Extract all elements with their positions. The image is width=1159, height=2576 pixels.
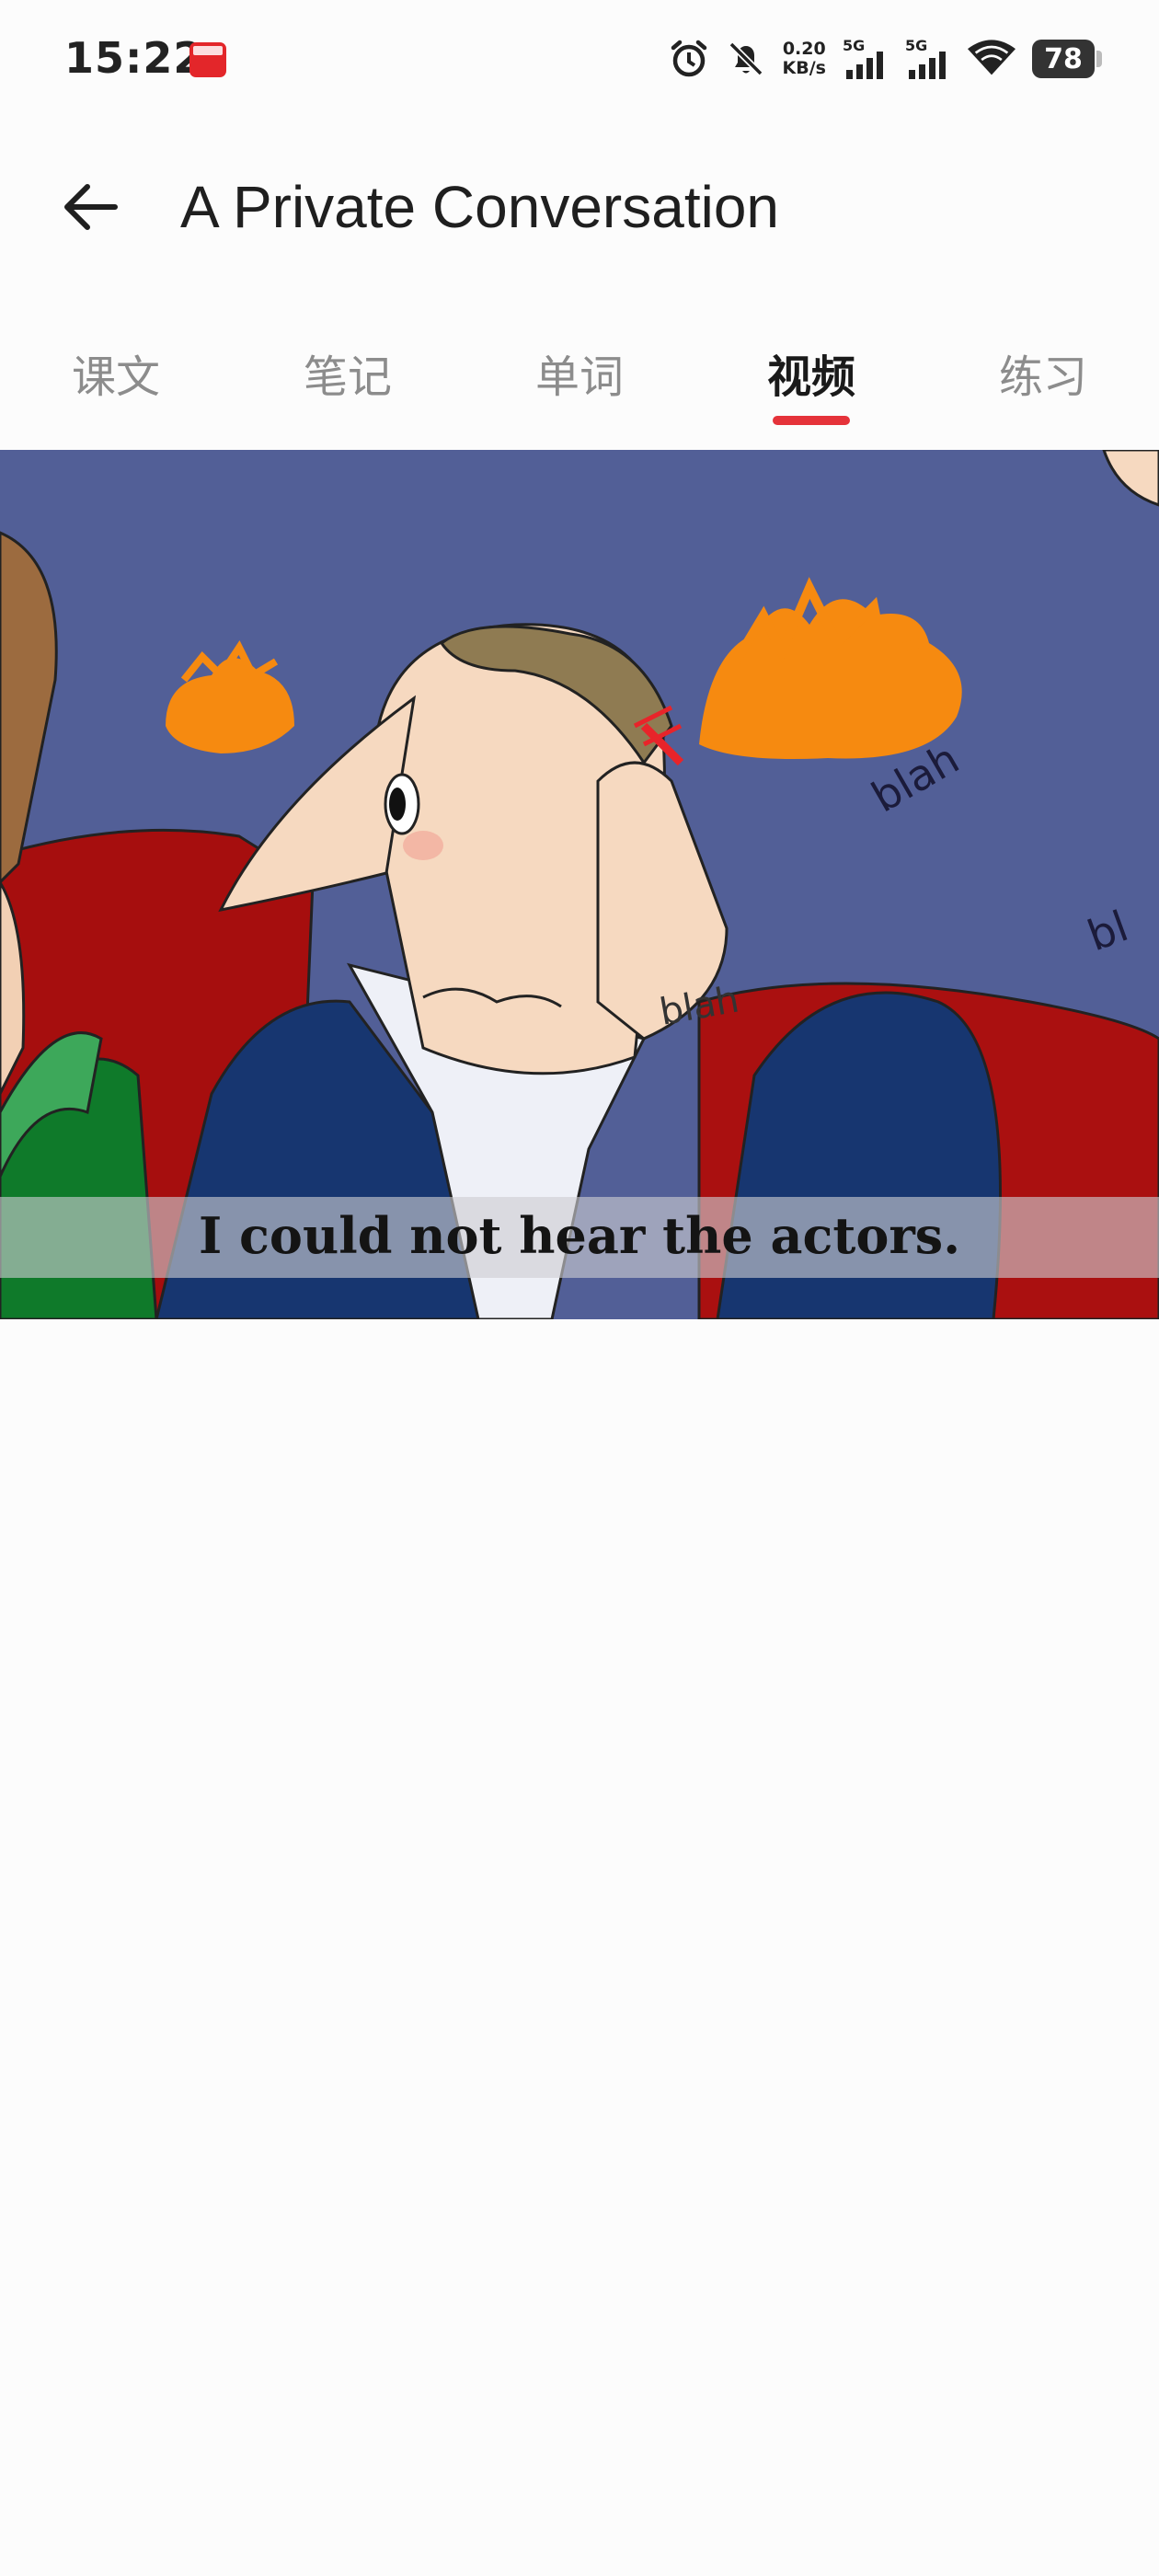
- tab-video[interactable]: 视频: [719, 340, 903, 405]
- app-notification-icon: [189, 42, 226, 77]
- active-tab-indicator: [773, 416, 850, 425]
- back-arrow-icon: [64, 184, 118, 230]
- back-button[interactable]: [52, 173, 129, 241]
- video-subtitle: I could not hear the actors.: [198, 1206, 960, 1265]
- signal-icon: 5G: [843, 37, 889, 81]
- video-frame: blah bl blah: [0, 450, 1159, 1319]
- tab-bar: 课文 笔记 单词 视频 练习: [0, 324, 1159, 443]
- app-bar: A Private Conversation: [0, 138, 1159, 276]
- status-time: 15:22: [64, 33, 204, 83]
- mute-bell-icon: [729, 41, 763, 76]
- video-player[interactable]: blah bl blah I could not hear the actors…: [0, 450, 1159, 1319]
- status-icons: 0.20 KB/s 5G 5G 78: [669, 35, 1102, 83]
- network-speed: 0.20 KB/s: [782, 39, 826, 78]
- tab-exercise[interactable]: 练习: [951, 340, 1135, 405]
- page-title: A Private Conversation: [180, 174, 779, 240]
- battery-icon: 78: [1032, 40, 1102, 78]
- signal-icon: 5G: [905, 37, 951, 81]
- wifi-icon: [968, 40, 1016, 75]
- tab-notes[interactable]: 笔记: [256, 340, 440, 405]
- tab-lesson-text[interactable]: 课文: [24, 340, 208, 405]
- tab-vocabulary[interactable]: 单词: [488, 340, 671, 405]
- alarm-icon: [671, 40, 706, 77]
- status-bar: 15:22 0.20 KB/s 5G 5G 78: [0, 0, 1159, 120]
